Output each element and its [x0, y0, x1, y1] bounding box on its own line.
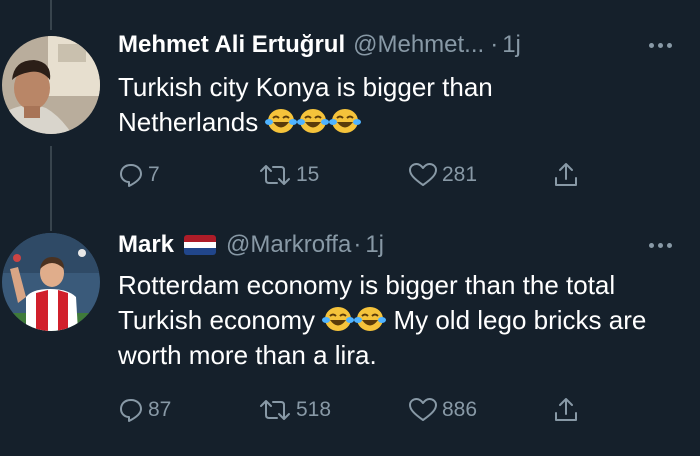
retweet-icon [260, 400, 290, 420]
retweet-icon [260, 165, 290, 185]
tweet-actions: 7 15 281 [118, 158, 598, 192]
retweet-button[interactable]: 15 [258, 158, 319, 192]
tweet-time[interactable]: 1j [502, 28, 521, 62]
reply-icon [120, 164, 142, 187]
tears-of-joy-icon [322, 305, 355, 333]
like-button[interactable]: 886 [408, 393, 477, 427]
author-name[interactable]: Mehmet Ali Ertuğrul [118, 28, 345, 62]
more-options-icon[interactable] [649, 228, 672, 262]
like-count: 281 [442, 163, 478, 186]
share-button[interactable] [553, 158, 583, 192]
reply-icon [120, 399, 142, 422]
profile-photo-man-icon [2, 36, 100, 134]
heart-icon [409, 398, 437, 421]
tweet-header: Mark @Markroffa · 1j [118, 228, 384, 262]
tweet-mehmet[interactable]: Mehmet Ali Ertuğrul @Mehmet... · 1j Turk… [0, 0, 700, 215]
retweet-count: 15 [296, 163, 320, 186]
author-name[interactable]: Mark [118, 228, 174, 262]
separator-dot: · [490, 31, 499, 58]
author-handle[interactable]: @Mehmet... [353, 28, 484, 62]
reply-count: 7 [148, 163, 160, 186]
more-options-icon[interactable] [649, 28, 672, 62]
avatar-mark[interactable] [2, 233, 100, 331]
tears-of-joy-icon [354, 305, 387, 333]
reply-button[interactable]: 7 [118, 158, 160, 192]
tears-of-joy-icon [265, 107, 298, 135]
share-icon [555, 398, 577, 421]
retweet-button[interactable]: 518 [258, 393, 331, 427]
tweet-time[interactable]: 1j [365, 228, 384, 262]
like-count: 886 [442, 398, 478, 421]
like-button[interactable]: 281 [408, 158, 477, 192]
share-icon [555, 163, 577, 186]
share-button[interactable] [553, 393, 583, 427]
profile-photo-football-player-icon [2, 233, 100, 331]
tweet-header: Mehmet Ali Ertuğrul @Mehmet... · 1j [118, 28, 521, 62]
avatar-mehmet[interactable] [2, 36, 100, 134]
author-handle[interactable]: @Markroffa [226, 228, 351, 262]
tweet-mark[interactable]: Mark @Markroffa · 1j Rotterdam economy i… [0, 215, 700, 456]
retweet-count: 518 [296, 398, 332, 421]
heart-icon [409, 163, 437, 186]
tears-of-joy-icon [329, 107, 362, 135]
separator-dot: · [353, 231, 362, 258]
tweet-actions: 87 518 886 [118, 393, 598, 427]
tweet-text: Turkish city Konya is bigger than Nether… [118, 70, 558, 140]
tweet-text: Rotterdam economy is bigger than the tot… [118, 268, 678, 373]
tears-of-joy-icon [297, 107, 330, 135]
netherlands-flag-icon [184, 235, 217, 255]
reply-button[interactable]: 87 [118, 393, 171, 427]
reply-count: 87 [148, 398, 172, 421]
